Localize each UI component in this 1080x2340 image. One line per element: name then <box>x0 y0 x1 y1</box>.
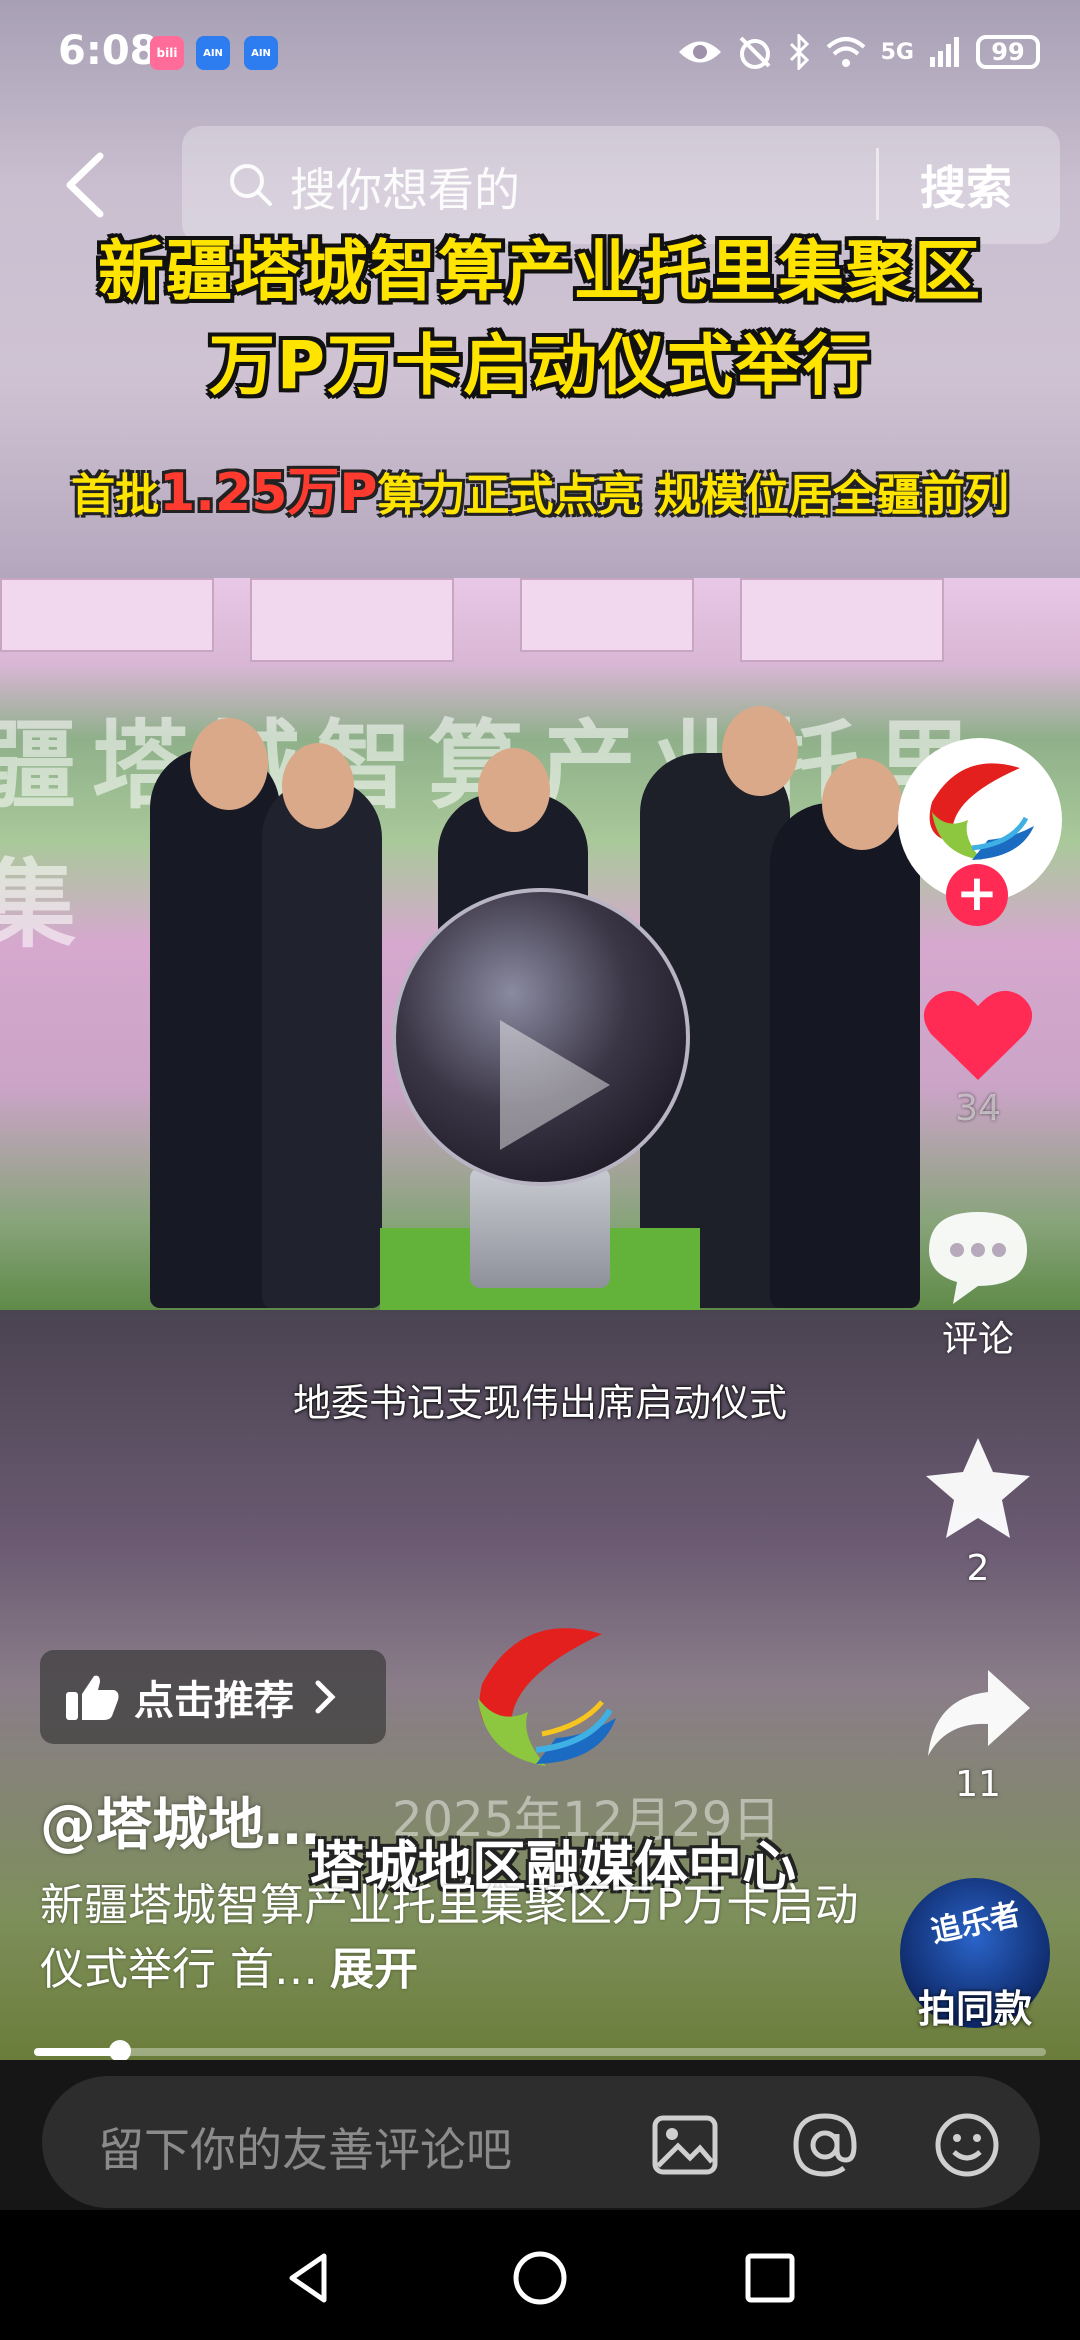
share-arrow-icon <box>928 1670 1030 1756</box>
comment-button[interactable]: 评论 <box>900 1206 1056 1362</box>
like-button[interactable]: 34 <box>900 984 1056 1129</box>
share-count: 11 <box>955 1764 1001 1805</box>
person <box>770 803 920 1308</box>
same-style-label[interactable]: 拍同款 <box>918 1978 1032 2033</box>
search-input[interactable]: 搜你想看的 <box>290 154 520 220</box>
alarm-off-icon <box>739 36 771 69</box>
ain-app-icon: AIN <box>244 36 278 70</box>
expand-link[interactable]: 展开 <box>330 1944 418 1995</box>
backdrop-building <box>520 578 694 652</box>
battery-indicator: 99 <box>976 35 1040 69</box>
status-time: 6:08 <box>58 28 158 74</box>
backdrop-building <box>740 578 944 662</box>
nav-back-icon[interactable] <box>280 2248 340 2308</box>
like-count: 34 <box>955 1088 1001 1129</box>
search-button[interactable]: 搜索 <box>920 152 1012 218</box>
status-indicators: 5G 99 <box>677 24 1040 80</box>
follow-button[interactable]: + <box>946 864 1008 926</box>
progress-handle[interactable] <box>109 2040 131 2062</box>
video-subheadline: 首批1.25万P算力正式点亮 规模位居全疆前列 <box>0 450 1080 525</box>
nav-recents-icon[interactable] <box>740 2248 800 2308</box>
eye-icon <box>678 41 721 63</box>
person-head <box>190 718 268 810</box>
recommend-label: 点击推荐 <box>134 1678 294 1724</box>
favorite-button[interactable]: 2 <box>900 1434 1056 1589</box>
search-icon <box>230 164 272 206</box>
play-icon[interactable] <box>460 1000 630 1170</box>
comment-placeholder[interactable]: 留下你的友善评论吧 <box>98 2114 512 2180</box>
video-caption: 地委书记支现伟出席启动仪式 <box>292 1381 787 1425</box>
progress-fill <box>34 2048 120 2056</box>
video-headline: 万P万卡启动仪式举行 <box>208 327 872 404</box>
globe-base <box>470 1168 610 1288</box>
person-head <box>822 758 902 850</box>
subheadline-prefix: 首批 <box>71 470 160 521</box>
backdrop-building <box>0 578 214 652</box>
subheadline-highlight: 1.25万P <box>159 463 378 523</box>
subheadline-suffix: 算力正式点亮 规模位居全疆前列 <box>377 470 1009 521</box>
bilibili-app-icon: bili <box>150 36 184 70</box>
star-icon <box>926 1438 1030 1538</box>
battery-level: 99 <box>991 38 1025 66</box>
description-text: 新疆塔城智算产业托里集聚区万P万卡启动仪式举行 首… <box>40 1880 859 1995</box>
thumbs-up-icon <box>66 1675 119 1720</box>
share-button[interactable]: 11 <box>900 1664 1056 1805</box>
network-type: 5G <box>880 39 914 65</box>
image-icon[interactable] <box>650 2110 720 2180</box>
person-head <box>722 706 798 796</box>
search-divider <box>876 148 879 220</box>
chevron-right-icon <box>315 1680 336 1714</box>
emoji-icon[interactable] <box>932 2110 1002 2180</box>
back-arrow-icon[interactable] <box>60 150 110 220</box>
author-name[interactable]: @塔城地… <box>40 1780 320 1861</box>
person-head <box>282 743 354 829</box>
post-description[interactable]: 新疆塔城智算产业托里集聚区万P万卡启动仪式举行 首… 展开 <box>40 1874 900 2002</box>
heart-icon <box>923 990 1033 1080</box>
progress-track[interactable] <box>34 2048 1046 2056</box>
org-logo-icon <box>478 1628 616 1766</box>
recommend-chip[interactable]: 点击推荐 <box>40 1650 386 1744</box>
favorite-count: 2 <box>966 1548 990 1589</box>
video-headline: 新疆塔城智算产业托里集聚区 <box>98 233 982 310</box>
person <box>262 778 382 1308</box>
person <box>150 748 280 1308</box>
ain-app-icon: AIN <box>196 36 230 70</box>
backdrop-building <box>250 578 454 662</box>
at-mention-icon[interactable] <box>790 2110 860 2180</box>
comment-label: 评论 <box>941 1319 1014 1360</box>
signal-icon <box>930 37 959 67</box>
comment-bubble-icon <box>929 1212 1027 1304</box>
nav-home-icon[interactable] <box>510 2248 570 2308</box>
same-style-title: 追乐者 <box>928 1896 1024 1950</box>
bluetooth-icon <box>789 34 809 70</box>
wifi-icon <box>826 37 865 67</box>
video-player[interactable]: 疆塔城智算产业托里集 <box>0 578 1080 1310</box>
status-bar: 6:08 bili AIN AIN 5G 99 <box>0 0 1080 110</box>
person-head <box>478 748 550 832</box>
